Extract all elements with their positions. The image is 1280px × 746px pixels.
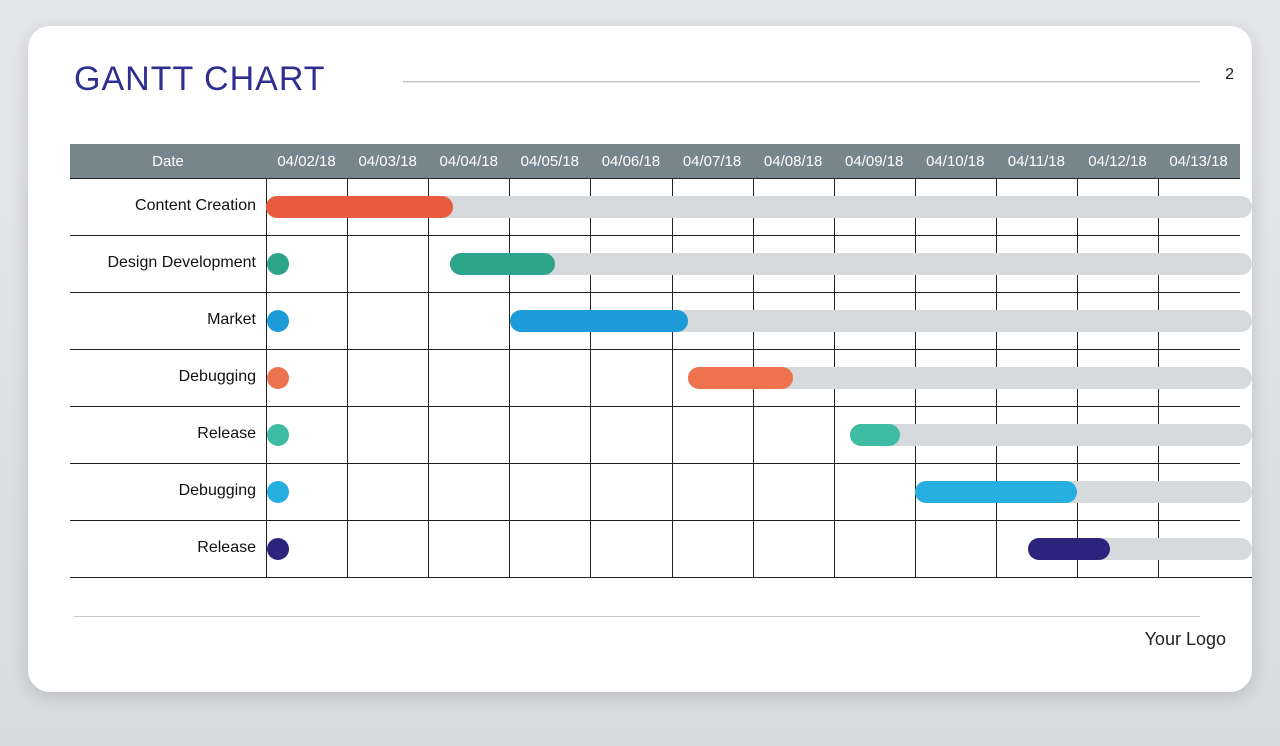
task-row: Market [70, 292, 1240, 349]
date-col: 04/03/18 [347, 153, 428, 170]
date-col: 04/06/18 [590, 153, 671, 170]
date-col: 04/10/18 [915, 153, 996, 170]
divider-top [403, 81, 1200, 83]
task-label: Design Development [70, 254, 256, 272]
header-date-label: Date [70, 153, 266, 170]
date-col: 04/08/18 [753, 153, 834, 170]
task-row: Content Creation [70, 178, 1240, 235]
task-bar [450, 253, 555, 275]
task-marker-icon [267, 538, 289, 560]
task-bar [915, 481, 1077, 503]
task-row: Debugging [70, 463, 1240, 520]
task-row: Release [70, 520, 1240, 577]
footer-logo-text: Your Logo [1145, 629, 1226, 650]
chart-title: GANTT CHART [74, 60, 326, 99]
task-marker-icon [267, 424, 289, 446]
divider-footer [74, 616, 1200, 617]
task-row: Release [70, 406, 1240, 463]
task-bar [1028, 538, 1110, 560]
task-label: Release [70, 539, 256, 557]
task-marker-icon [267, 253, 289, 275]
task-row: Design Development [70, 235, 1240, 292]
task-bar [688, 367, 793, 389]
gantt-header: Date 04/02/18 04/03/18 04/04/18 04/05/18… [70, 144, 1240, 178]
task-marker-icon [267, 310, 289, 332]
date-col: 04/13/18 [1158, 153, 1239, 170]
gantt-rows: Content Creation Design Development Mark… [70, 178, 1240, 577]
slide-card: GANTT CHART 2 Date 04/02/18 04/03/18 04/… [28, 26, 1252, 692]
task-label: Content Creation [70, 197, 256, 215]
task-label: Debugging [70, 368, 256, 386]
date-col: 04/11/18 [996, 153, 1077, 170]
task-bar [510, 310, 688, 332]
task-track [450, 253, 1252, 275]
gantt-chart: Date 04/02/18 04/03/18 04/04/18 04/05/18… [70, 144, 1240, 577]
task-track [850, 424, 1252, 446]
task-label: Release [70, 425, 256, 443]
date-col: 04/09/18 [834, 153, 915, 170]
task-row: Debugging [70, 349, 1240, 406]
date-col: 04/07/18 [671, 153, 752, 170]
task-bar [850, 424, 900, 446]
task-label: Market [70, 311, 256, 329]
date-col: 04/12/18 [1077, 153, 1158, 170]
task-marker-icon [267, 481, 289, 503]
task-bar [266, 196, 453, 218]
date-col: 04/04/18 [428, 153, 509, 170]
task-marker-icon [267, 367, 289, 389]
date-col: 04/05/18 [509, 153, 590, 170]
date-col: 04/02/18 [266, 153, 347, 170]
page-number: 2 [1225, 66, 1234, 84]
task-label: Debugging [70, 482, 256, 500]
